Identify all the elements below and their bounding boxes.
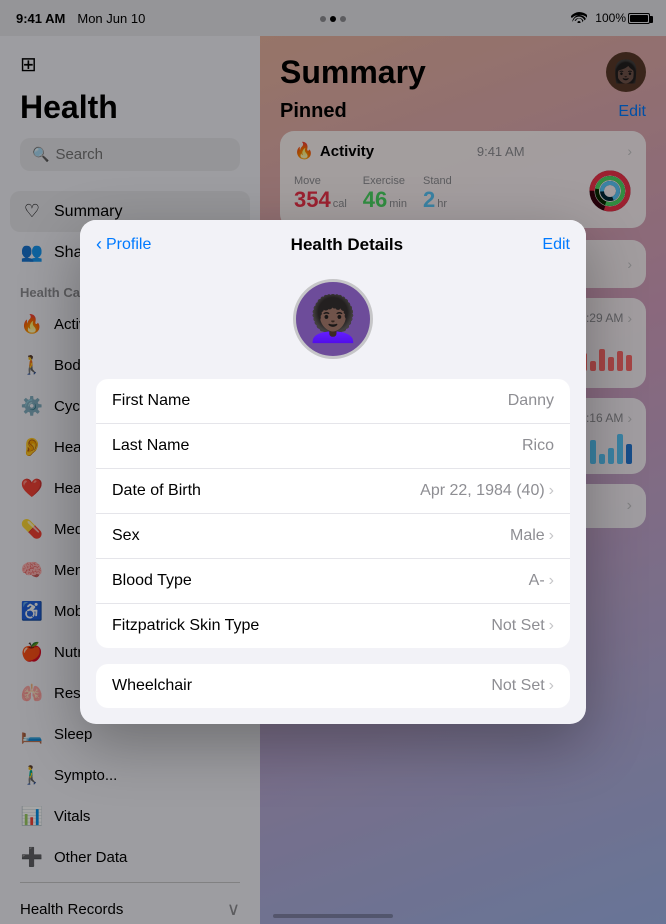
first-name-value-text: Danny: [508, 392, 554, 410]
modal-nav: ‹ Profile Health Details Edit: [80, 220, 586, 255]
skin-type-chevron-icon: ›: [549, 617, 554, 635]
first-name-label: First Name: [112, 392, 190, 410]
dob-value: Apr 22, 1984 (40) ›: [420, 482, 554, 500]
sex-value-text: Male: [510, 527, 545, 545]
wheelchair-value-text: Not Set: [491, 677, 544, 695]
last-name-value-text: Rico: [522, 437, 554, 455]
dob-row[interactable]: Date of Birth Apr 22, 1984 (40) ›: [96, 469, 570, 514]
blood-type-label: Blood Type: [112, 572, 192, 590]
blood-type-chevron-icon: ›: [549, 572, 554, 590]
blood-type-value: A- ›: [529, 572, 554, 590]
last-name-value: Rico: [522, 437, 554, 455]
sex-label: Sex: [112, 527, 140, 545]
modal-back-button[interactable]: ‹ Profile: [96, 234, 151, 255]
modal-form-section2: Wheelchair Not Set ›: [96, 664, 570, 708]
last-name-label: Last Name: [112, 437, 189, 455]
modal-avatar-section: 👩🏿‍🦱: [80, 255, 586, 379]
dob-value-text: Apr 22, 1984 (40): [420, 482, 545, 500]
first-name-row[interactable]: First Name Danny: [96, 379, 570, 424]
home-indicator: [273, 914, 393, 918]
wheelchair-value: Not Set ›: [491, 677, 554, 695]
last-name-row[interactable]: Last Name Rico: [96, 424, 570, 469]
health-details-modal: ‹ Profile Health Details Edit 👩🏿‍🦱 First…: [80, 220, 586, 724]
first-name-value: Danny: [508, 392, 554, 410]
blood-type-row[interactable]: Blood Type A- ›: [96, 559, 570, 604]
skin-type-value: Not Set ›: [491, 617, 554, 635]
modal-title: Health Details: [291, 235, 403, 255]
dob-chevron-icon: ›: [549, 482, 554, 500]
sex-row[interactable]: Sex Male ›: [96, 514, 570, 559]
wheelchair-chevron-icon: ›: [549, 677, 554, 695]
sex-chevron-icon: ›: [549, 527, 554, 545]
sex-value: Male ›: [510, 527, 554, 545]
wheelchair-row[interactable]: Wheelchair Not Set ›: [96, 664, 570, 708]
blood-type-value-text: A-: [529, 572, 545, 590]
back-chevron-icon: ‹: [96, 234, 102, 255]
skin-type-row[interactable]: Fitzpatrick Skin Type Not Set ›: [96, 604, 570, 648]
modal-form: First Name Danny Last Name Rico Date of …: [96, 379, 570, 648]
dob-label: Date of Birth: [112, 482, 201, 500]
modal-user-avatar[interactable]: 👩🏿‍🦱: [293, 279, 373, 359]
wheelchair-label: Wheelchair: [112, 677, 192, 695]
modal-back-label: Profile: [106, 236, 151, 254]
modal-edit-button[interactable]: Edit: [542, 236, 570, 254]
skin-type-value-text: Not Set: [491, 617, 544, 635]
skin-type-label: Fitzpatrick Skin Type: [112, 617, 259, 635]
